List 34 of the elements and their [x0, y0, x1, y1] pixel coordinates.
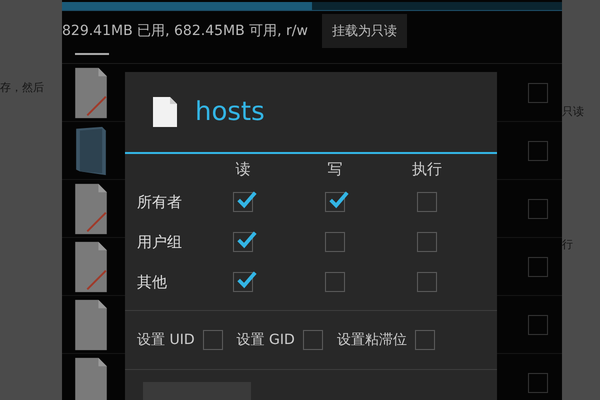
file-checkbox[interactable]	[528, 198, 548, 218]
file-checkbox[interactable]	[528, 82, 548, 102]
option-checkbox[interactable]	[414, 330, 435, 350]
option-checkbox[interactable]	[202, 330, 223, 350]
file-checkbox[interactable]	[528, 256, 548, 276]
permission-checkbox[interactable]	[417, 232, 437, 252]
column-header: 执行	[411, 160, 443, 178]
file-checkbox[interactable]	[528, 140, 548, 160]
permission-checkbox[interactable]	[325, 232, 345, 252]
text-file-icon	[74, 182, 108, 234]
mount-read-only-button[interactable]: 挂载为只读	[322, 14, 407, 48]
storage-info: 829.41MB 已用, 682.45MB 可用, r/w	[62, 22, 308, 40]
text-file-icon	[74, 66, 108, 118]
file-checkbox[interactable]	[528, 372, 548, 392]
option-label: 设置 UID	[137, 331, 195, 349]
option-label: 设置粘滞位	[336, 331, 407, 349]
row-label: 用户组	[137, 232, 183, 252]
file-icon	[153, 97, 177, 127]
folder-icon	[74, 124, 108, 176]
file-checkbox[interactable]	[528, 314, 548, 334]
text-file-icon	[74, 240, 108, 292]
permission-checkbox[interactable]	[417, 192, 437, 212]
column-header: 读	[234, 160, 252, 178]
option-label: 设置 GID	[236, 331, 295, 349]
file-icon	[74, 356, 108, 400]
option-checkbox[interactable]	[302, 330, 323, 350]
row-label: 所有者	[137, 192, 183, 212]
tab-indicator	[75, 53, 109, 55]
permission-checkbox[interactable]	[325, 272, 345, 292]
row-label: 其他	[137, 272, 168, 292]
permission-checkbox[interactable]	[417, 272, 437, 292]
dialog-title: hosts	[195, 97, 265, 127]
file-icon	[74, 298, 108, 350]
column-header: 写	[326, 160, 344, 178]
